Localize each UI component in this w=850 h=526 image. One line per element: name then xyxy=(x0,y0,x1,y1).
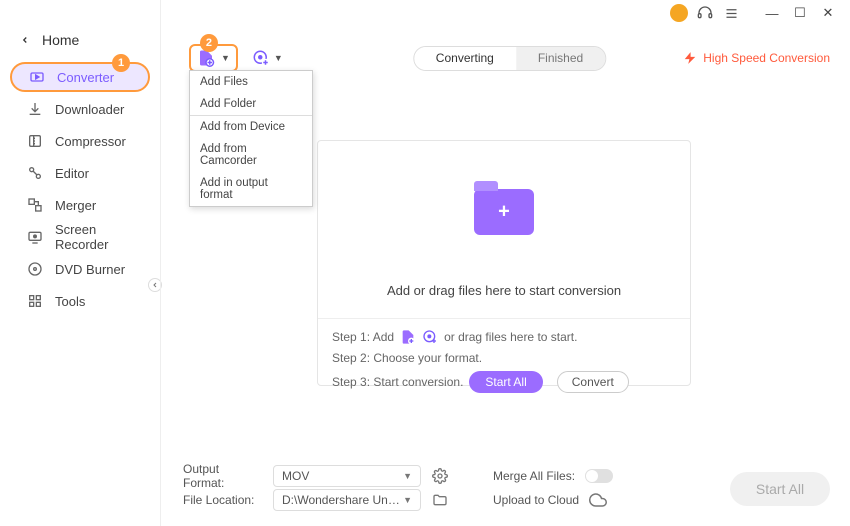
lightning-icon xyxy=(683,51,697,65)
tab-converting[interactable]: Converting xyxy=(414,47,516,70)
home-row: Home xyxy=(0,28,160,60)
toolbar: 2 ▼ ▼ Converting Finished High Speed Con… xyxy=(189,44,830,72)
add-file-mini-icon xyxy=(400,329,416,345)
converter-icon xyxy=(29,69,45,85)
chevron-down-icon: ▼ xyxy=(221,53,230,63)
main-panel: 2 ▼ ▼ Converting Finished High Speed Con… xyxy=(160,0,850,526)
disc-icon xyxy=(252,49,270,67)
chevron-down-icon: ▼ xyxy=(403,471,412,481)
sidebar-item-label: DVD Burner xyxy=(55,262,125,277)
screen-recorder-icon xyxy=(27,229,43,245)
dropzone[interactable]: + Add or drag files here to start conver… xyxy=(317,140,691,386)
add-dvd-button[interactable]: ▼ xyxy=(252,49,283,67)
settings-icon[interactable] xyxy=(431,467,449,485)
start-all-main-button[interactable]: Start All xyxy=(730,472,830,506)
merger-icon xyxy=(27,197,43,213)
output-format-select[interactable]: MOV ▼ xyxy=(273,465,421,487)
merge-toggle[interactable] xyxy=(585,469,613,483)
add-files-dropdown: Add Files Add Folder Add from Device Add… xyxy=(189,70,313,207)
dropdown-item-add-device[interactable]: Add from Device xyxy=(190,115,312,138)
high-speed-conversion[interactable]: High Speed Conversion xyxy=(683,51,830,65)
badge-1: 1 xyxy=(112,54,130,72)
sidebar-item-label: Downloader xyxy=(55,102,124,117)
open-folder-icon[interactable] xyxy=(431,491,449,509)
plus-icon: + xyxy=(498,201,510,224)
dropdown-item-add-camcorder[interactable]: Add from Camcorder xyxy=(190,138,312,172)
sidebar-item-merger[interactable]: Merger xyxy=(10,190,150,220)
downloader-icon xyxy=(27,101,43,117)
sidebar-item-downloader[interactable]: Downloader xyxy=(10,94,150,124)
tools-icon xyxy=(27,293,43,309)
home-label[interactable]: Home xyxy=(42,32,79,48)
tab-finished[interactable]: Finished xyxy=(516,47,605,70)
sidebar-item-label: Tools xyxy=(55,294,85,309)
dvd-burner-icon xyxy=(27,261,43,277)
sidebar-item-label: Compressor xyxy=(55,134,126,149)
high-speed-label: High Speed Conversion xyxy=(703,51,830,65)
chevron-down-icon: ▼ xyxy=(403,495,412,505)
status-tabs: Converting Finished xyxy=(413,46,606,71)
file-location-label: File Location: xyxy=(183,493,263,507)
dropzone-text: Add or drag files here to start conversi… xyxy=(318,283,690,298)
step-3: Step 3: Start conversion. Start All Conv… xyxy=(332,371,676,393)
merge-label: Merge All Files: xyxy=(493,469,575,483)
dropzone-steps: Step 1: Add or drag files here to start.… xyxy=(318,318,690,393)
dropdown-item-add-folder[interactable]: Add Folder xyxy=(190,93,312,115)
add-files-button[interactable]: 2 ▼ xyxy=(189,44,238,72)
sidebar-item-compressor[interactable]: Compressor xyxy=(10,126,150,156)
sidebar-item-label: Screen Recorder xyxy=(55,222,133,252)
compressor-icon xyxy=(27,133,43,149)
output-format-label: Output Format: xyxy=(183,462,263,490)
upload-label: Upload to Cloud xyxy=(493,493,579,507)
sidebar-item-dvd-burner[interactable]: DVD Burner xyxy=(10,254,150,284)
dropdown-item-add-output-format[interactable]: Add in output format xyxy=(190,172,312,206)
cloud-icon[interactable] xyxy=(589,491,607,509)
sidebar-item-label: Merger xyxy=(55,198,96,213)
convert-button[interactable]: Convert xyxy=(557,371,629,393)
dropdown-item-add-files[interactable]: Add Files xyxy=(190,71,312,93)
editor-icon xyxy=(27,165,43,181)
sidebar-item-converter[interactable]: 1 Converter xyxy=(10,62,150,92)
sidebar-item-screen-recorder[interactable]: Screen Recorder xyxy=(10,222,150,252)
chevron-down-icon: ▼ xyxy=(274,53,283,63)
add-disc-mini-icon xyxy=(422,329,438,345)
back-icon[interactable] xyxy=(20,35,30,45)
sidebar: Home 1 Converter Downloader Compressor E… xyxy=(0,0,160,526)
dropzone-illustration: + xyxy=(318,141,690,283)
sidebar-item-tools[interactable]: Tools xyxy=(10,286,150,316)
sidebar-item-editor[interactable]: Editor xyxy=(10,158,150,188)
bottombar: Output Format: MOV ▼ Merge All Files: Fi… xyxy=(183,464,830,512)
sidebar-item-label: Converter xyxy=(57,70,114,85)
step-2: Step 2: Choose your format. xyxy=(332,351,676,365)
step-1: Step 1: Add or drag files here to start. xyxy=(332,329,676,345)
file-location-select[interactable]: D:\Wondershare UniConverter 1 ▼ xyxy=(273,489,421,511)
start-all-button[interactable]: Start All xyxy=(469,371,542,393)
badge-2: 2 xyxy=(200,34,218,52)
sidebar-item-label: Editor xyxy=(55,166,89,181)
